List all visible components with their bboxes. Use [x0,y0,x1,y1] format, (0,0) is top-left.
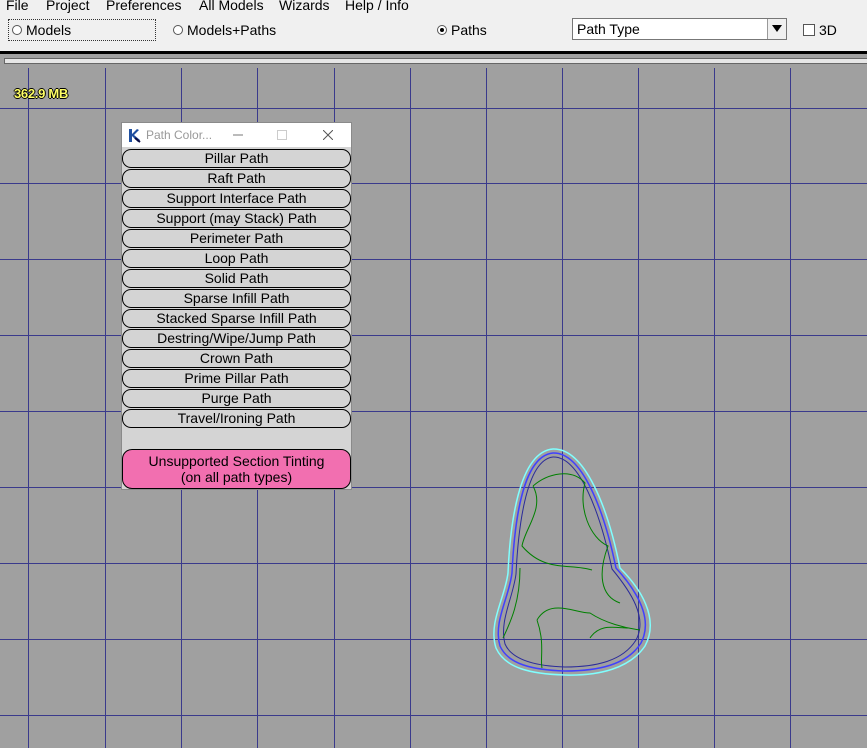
progress-bar [4,58,867,64]
radio-models-paths[interactable]: Models+Paths [173,19,276,41]
path-color-button-solid[interactable]: Solid Path [122,269,351,288]
menu-wizards[interactable]: Wizards [279,0,330,14]
menu-preferences[interactable]: Preferences [106,0,181,14]
color-mode-select-value: Path Type [577,21,640,37]
radio-models-paths-label: Models+Paths [187,22,277,38]
path-color-button-perimeter[interactable]: Perimeter Path [122,229,351,248]
path-color-button-purge[interactable]: Purge Path [122,389,351,408]
path-color-button-pillar[interactable]: Pillar Path [122,149,351,168]
toolbar-divider [0,51,867,54]
minimize-icon [233,134,243,136]
memory-usage-label: 362.9 MB [14,86,68,101]
unsupported-tinting-label-line1: Unsupported Section Tinting [148,453,325,469]
checkbox-3d[interactable]: 3D [803,22,837,38]
maximize-button[interactable] [272,125,292,145]
path-color-button-support-interface[interactable]: Support Interface Path [122,189,351,208]
path-color-button-travel-ironing[interactable]: Travel/Ironing Path [122,409,351,428]
window-titlebar[interactable]: Path Color... [122,123,351,147]
radio-paths-label: Paths [451,22,487,38]
path-color-button-prime-pillar[interactable]: Prime Pillar Path [122,369,351,388]
radio-button-checked-icon[interactable] [437,25,447,35]
menu-bar: File Project Preferences All Models Wiza… [0,0,867,14]
path-color-button-support-stack[interactable]: Support (may Stack) Path [122,209,351,228]
maximize-icon [277,130,287,140]
menu-file[interactable]: File [6,0,29,14]
radio-models-label: Models [26,22,72,38]
menu-help-info[interactable]: Help / Info [345,0,409,14]
path-color-button-crown[interactable]: Crown Path [122,349,351,368]
path-color-button-sparse-infill[interactable]: Sparse Infill Path [122,289,351,308]
app-logo-icon [127,128,141,146]
radio-button-icon[interactable] [173,25,183,35]
radio-models[interactable]: Models [8,19,156,41]
path-color-window: Path Color... Pillar Path Raft Path Supp… [121,122,352,490]
chevron-down-icon [772,25,782,32]
color-mode-select[interactable]: Path Type [572,18,787,40]
path-color-button-stacked-sparse-infill[interactable]: Stacked Sparse Infill Path [122,309,351,328]
close-button[interactable] [318,125,338,145]
dropdown-arrow-button[interactable] [767,19,786,39]
menu-all-models[interactable]: All Models [199,0,264,14]
radio-paths[interactable]: Paths [437,19,487,41]
unsupported-tinting-label-line2: (on all path types) [180,469,293,485]
checkbox-3d-label: 3D [819,22,837,38]
model-path-preview [493,448,651,676]
menu-project[interactable]: Project [46,0,90,14]
checkbox-icon[interactable] [803,24,815,36]
path-color-button-loop[interactable]: Loop Path [122,249,351,268]
path-color-button-raft[interactable]: Raft Path [122,169,351,188]
toolbar: Models Models+Paths Paths Path Type 3D [0,14,867,52]
radio-button-icon[interactable] [12,25,22,35]
unsupported-section-tinting-button[interactable]: Unsupported Section Tinting (on all path… [122,449,351,489]
minimize-button[interactable] [228,125,248,145]
close-icon [323,130,333,140]
window-title: Path Color... [146,128,213,142]
path-color-button-destring-wipe-jump[interactable]: Destring/Wipe/Jump Path [122,329,351,348]
